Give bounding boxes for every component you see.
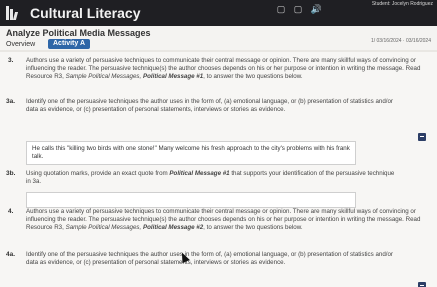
resource-title: Sample Political Messages,	[65, 73, 142, 81]
question-number: 3.	[8, 57, 14, 64]
question-text: Identify one of the persuasive technique…	[26, 98, 393, 114]
question-number: 4.	[8, 208, 14, 215]
message-title: Political Message #1	[169, 170, 230, 177]
answer-box-3b[interactable]	[26, 192, 356, 208]
notes-icon[interactable]	[418, 133, 426, 141]
message-title: Political Message #2	[142, 224, 204, 232]
question-text: Using quotation marks, provide an exact …	[26, 170, 396, 186]
question-text: Identify one of the persuasive technique…	[26, 251, 393, 267]
app-logo-icon	[6, 6, 20, 20]
window-controls-icon[interactable]: ▢ ▢ 🔊	[277, 4, 325, 15]
resource-title: Sample Political Messages,	[65, 224, 142, 232]
question-text-part: Using quotation marks, provide an exact …	[26, 170, 170, 177]
lesson-title: Analyze Political Media Messages	[6, 28, 151, 38]
lesson-header: Analyze Political Media Messages 1/ 03/1…	[0, 26, 437, 50]
tab-activity-a[interactable]: Activity A	[48, 39, 91, 49]
user-name: Student: Jocelyn Rodriguez	[371, 1, 433, 7]
notes-icon[interactable]	[418, 282, 426, 287]
question-text: Authors use a variety of persuasive tech…	[26, 208, 430, 233]
question-number: 3b.	[6, 170, 16, 177]
app-title: Cultural Literacy	[30, 5, 141, 21]
lesson-date: 1/ 03/16/2024 · 03/16/2024	[370, 38, 431, 44]
message-title: Political Message #1	[142, 73, 204, 81]
question-text-part: , to answer the two questions below.	[203, 224, 303, 232]
activity-content: 3. Authors use a variety of persuasive t…	[0, 52, 437, 287]
top-bar: Cultural Literacy ▢ ▢ 🔊 Student: Jocelyn…	[0, 0, 437, 26]
question-number: 4a.	[6, 251, 16, 258]
tab-overview[interactable]: Overview	[6, 41, 35, 48]
question-number: 3a.	[6, 98, 16, 105]
question-text: Authors use a variety of persuasive tech…	[26, 57, 430, 82]
answer-box-3a[interactable]: He calls this "killing two birds with on…	[26, 141, 356, 165]
question-text-part: , to answer the two questions below.	[203, 73, 303, 81]
